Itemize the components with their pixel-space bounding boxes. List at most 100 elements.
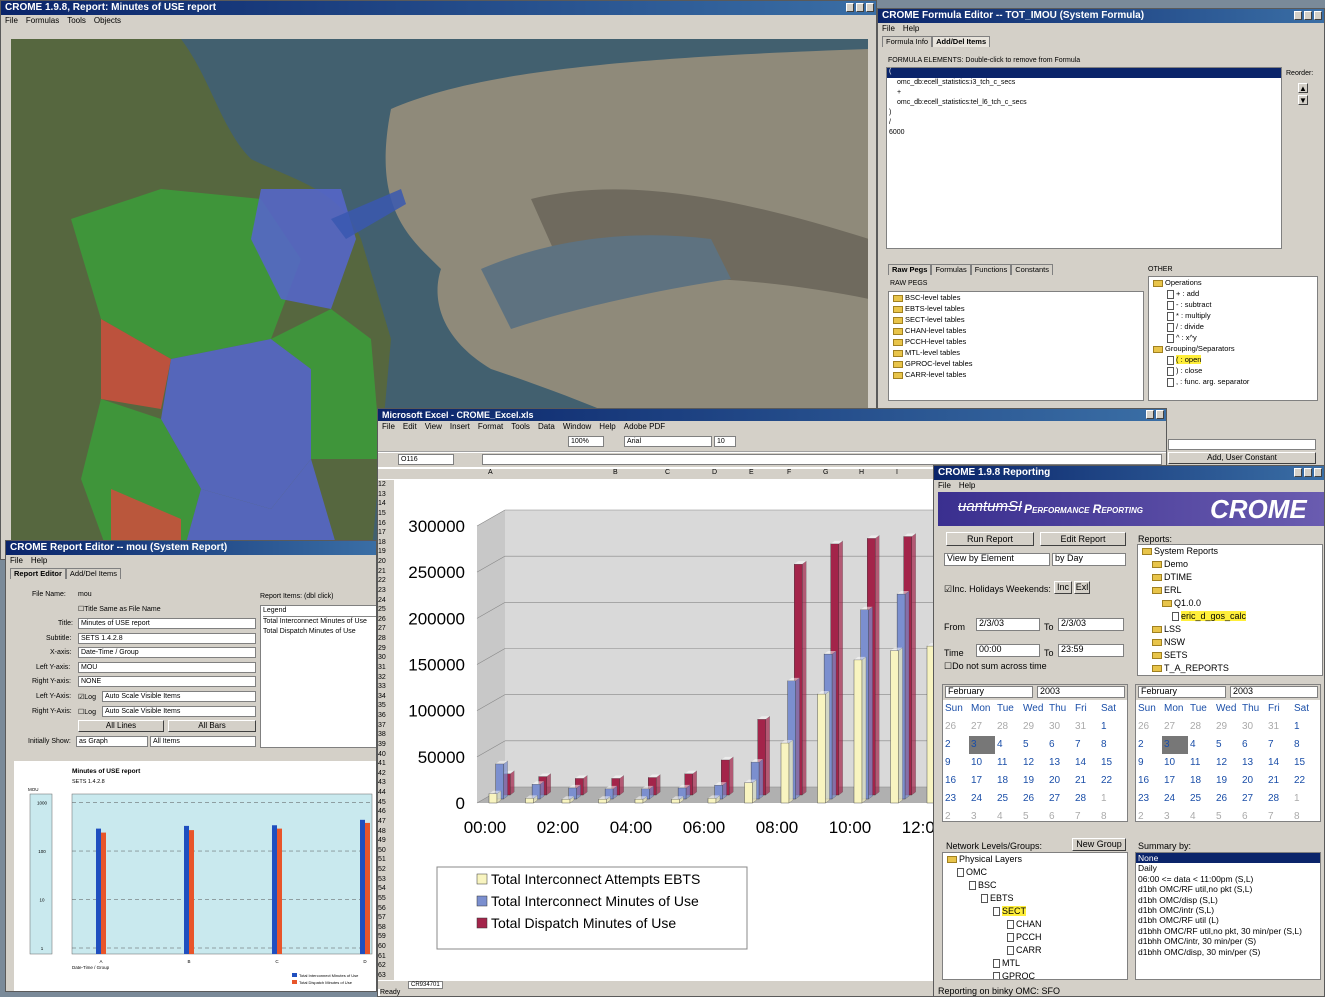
left-log-checkbox[interactable]: ☑Log [78, 693, 96, 701]
tree-item[interactable]: ( : open [1153, 354, 1317, 365]
col-header[interactable]: B [613, 469, 618, 476]
minimize-button[interactable] [1146, 410, 1154, 419]
calendar-from[interactable]: February 2003 Sun Mon Tue Wed Thu Fri Sat 26 27 28 2… [942, 684, 1128, 822]
row-header[interactable]: 47 [378, 817, 394, 827]
start-time-field[interactable]: 00:00 [976, 644, 1040, 657]
row-header[interactable]: 46 [378, 807, 394, 817]
row-header[interactable]: 30 [378, 653, 394, 663]
tab-functions[interactable]: Functions [970, 264, 1012, 275]
tree-item[interactable]: SECT-level tables [893, 314, 1143, 325]
menu-tools[interactable]: Tools [511, 422, 530, 431]
inc-button[interactable]: Inc [1054, 581, 1072, 594]
calendar-day[interactable]: 3 [1162, 808, 1188, 826]
calendar-day[interactable]: 7 [1266, 808, 1292, 826]
add-user-constant-button[interactable]: Add, User Constant [1168, 452, 1316, 464]
calendar-day[interactable]: 2 [943, 736, 969, 754]
calendar-day[interactable]: 11 [995, 754, 1021, 772]
tree-item[interactable]: CARR [947, 944, 1127, 957]
calendar-day[interactable]: 22 [1292, 772, 1318, 790]
summary-list[interactable]: None Daily 06:00 <= data < 11:00pm (S,L)… [1135, 852, 1321, 980]
row-header[interactable]: 56 [378, 904, 394, 914]
row-header[interactable]: 17 [378, 528, 394, 538]
list-item[interactable]: d1bhh OMC/intr, 30 min/per (S) [1136, 936, 1320, 946]
name-box[interactable]: O116 [398, 454, 454, 465]
month-select[interactable]: February [1138, 686, 1226, 698]
tree-item[interactable]: Grouping/Separators [1153, 343, 1317, 354]
calendar-day[interactable]: 26 [943, 718, 969, 736]
year-select[interactable]: 2003 [1037, 686, 1125, 698]
tree-item[interactable]: T_A_REPORTS [1142, 662, 1322, 675]
row-header[interactable]: 58 [378, 923, 394, 933]
move-up-button[interactable]: ▲ [1298, 83, 1308, 93]
row-header[interactable]: 57 [378, 913, 394, 923]
calendar-day[interactable]: 23 [943, 790, 969, 808]
tree-item[interactable]: EBTS-level tables [893, 303, 1143, 314]
font-size-select[interactable]: 10 [714, 436, 736, 447]
title-field[interactable]: Minutes of USE report [78, 618, 256, 629]
row-header[interactable]: 24 [378, 596, 394, 606]
right-scale-select[interactable]: Auto Scale Visible Items [102, 706, 256, 717]
calendar-day[interactable]: 29 [1021, 718, 1047, 736]
calendar-day[interactable]: 27 [969, 718, 995, 736]
all-bars-button[interactable]: All Bars [168, 720, 256, 732]
calendar-day[interactable]: 3 [969, 736, 995, 754]
list-item[interactable]: Total Interconnect Minutes of Use [263, 617, 376, 627]
calendar-day[interactable]: 6 [1240, 736, 1266, 754]
calendar-day[interactable]: 16 [943, 772, 969, 790]
raw-pegs-tree[interactable]: BSC-level tables EBTS-level tables SECT-… [888, 291, 1144, 401]
menu-edit[interactable]: Edit [403, 422, 417, 431]
calendar-day[interactable]: 8 [1292, 808, 1318, 826]
row-header[interactable]: 19 [378, 547, 394, 557]
row-header[interactable]: 38 [378, 730, 394, 740]
row-header[interactable]: 52 [378, 865, 394, 875]
row-header[interactable]: 62 [378, 961, 394, 971]
calendar-day[interactable]: 29 [1214, 718, 1240, 736]
formula-line[interactable]: omc_db:ecell_statistics:tel_l6_tch_c_sec… [887, 98, 1281, 108]
formula-elements-list[interactable]: ( omc_db:ecell_statistics:i3_tch_c_secs … [886, 67, 1282, 249]
tree-item[interactable]: BSC [947, 879, 1127, 892]
calendar-day[interactable]: 4 [995, 808, 1021, 826]
row-header[interactable]: 16 [378, 519, 394, 529]
close-button[interactable] [1314, 468, 1322, 477]
tree-item[interactable]: Q1.0.0 [1142, 597, 1322, 610]
calendar-day[interactable]: 28 [1073, 790, 1099, 808]
list-item[interactable]: d1bhh OMC/disp, 30 min/per (S) [1136, 947, 1320, 957]
constant-input[interactable] [1168, 439, 1316, 450]
calendar-day[interactable]: 12 [1214, 754, 1240, 772]
calendar-day[interactable]: 25 [995, 790, 1021, 808]
tree-item[interactable]: Demo [1142, 558, 1322, 571]
menu-file[interactable]: File [882, 24, 895, 33]
left-scale-select[interactable]: Auto Scale Visible Items [102, 691, 256, 702]
initially-show-select[interactable]: as Graph [76, 736, 148, 747]
year-select[interactable]: 2003 [1230, 686, 1318, 698]
col-header[interactable]: D [712, 469, 717, 476]
calendar-day[interactable]: 14 [1266, 754, 1292, 772]
menu-formulas[interactable]: Formulas [26, 16, 59, 25]
row-header[interactable]: 63 [378, 971, 394, 981]
tree-item[interactable]: DTIME [1142, 571, 1322, 584]
menu-file[interactable]: File [10, 556, 23, 565]
calendar-day[interactable]: 26 [1136, 718, 1162, 736]
reports-tree[interactable]: System Reports Demo DTIME ERL Q1.0.0 eri… [1137, 544, 1323, 676]
list-item[interactable]: d1bh OMC/RF util,no pkt (S,L) [1136, 884, 1320, 894]
tree-item[interactable]: Operations [1153, 277, 1317, 288]
close-button[interactable] [1314, 11, 1322, 20]
row-header[interactable]: 34 [378, 692, 394, 702]
calendar-day[interactable]: 30 [1240, 718, 1266, 736]
calendar-day[interactable]: 28 [995, 718, 1021, 736]
calendar-day[interactable]: 28 [1266, 790, 1292, 808]
list-item[interactable]: d1bh OMC/intr (S,L) [1136, 905, 1320, 915]
tree-item[interactable]: SETS [1142, 649, 1322, 662]
tree-item[interactable]: - : subtract [1153, 299, 1317, 310]
tree-item[interactable]: + : add [1153, 288, 1317, 299]
row-header[interactable]: 51 [378, 855, 394, 865]
tab-add-del-items[interactable]: Add/Del Items [932, 36, 991, 47]
new-group-button[interactable]: New Group [1072, 838, 1126, 851]
menu-help[interactable]: Help [959, 481, 975, 490]
menu-format[interactable]: Format [478, 422, 503, 431]
tree-item[interactable]: Physical Layers [947, 853, 1127, 866]
tree-item[interactable]: CHAN-level tables [893, 325, 1143, 336]
no-sum-checkbox[interactable]: ☐Do not sum across time [944, 661, 1047, 672]
right-log-checkbox[interactable]: ☐Log [78, 708, 96, 716]
tree-item[interactable]: ) : close [1153, 365, 1317, 376]
